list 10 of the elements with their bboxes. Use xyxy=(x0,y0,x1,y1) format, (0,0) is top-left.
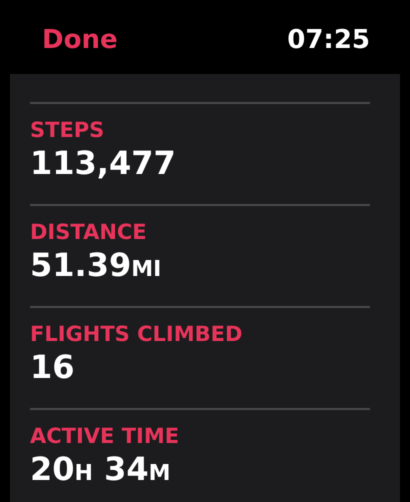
done-button[interactable]: Done xyxy=(42,26,118,55)
metric-label: DISTANCE xyxy=(30,220,148,246)
metric-value: 16 xyxy=(30,347,75,388)
clock-time: 07:25 xyxy=(287,26,370,55)
metric-value: 51.39MI xyxy=(30,245,162,286)
metric-value: 113,477 xyxy=(30,143,176,184)
metric-value: 20H 34M xyxy=(30,449,171,490)
metric-label: ACTIVE TIME xyxy=(30,424,180,450)
metric-label: FLIGHTS CLIMBED xyxy=(30,322,244,348)
metric-label: STEPS xyxy=(30,118,106,144)
